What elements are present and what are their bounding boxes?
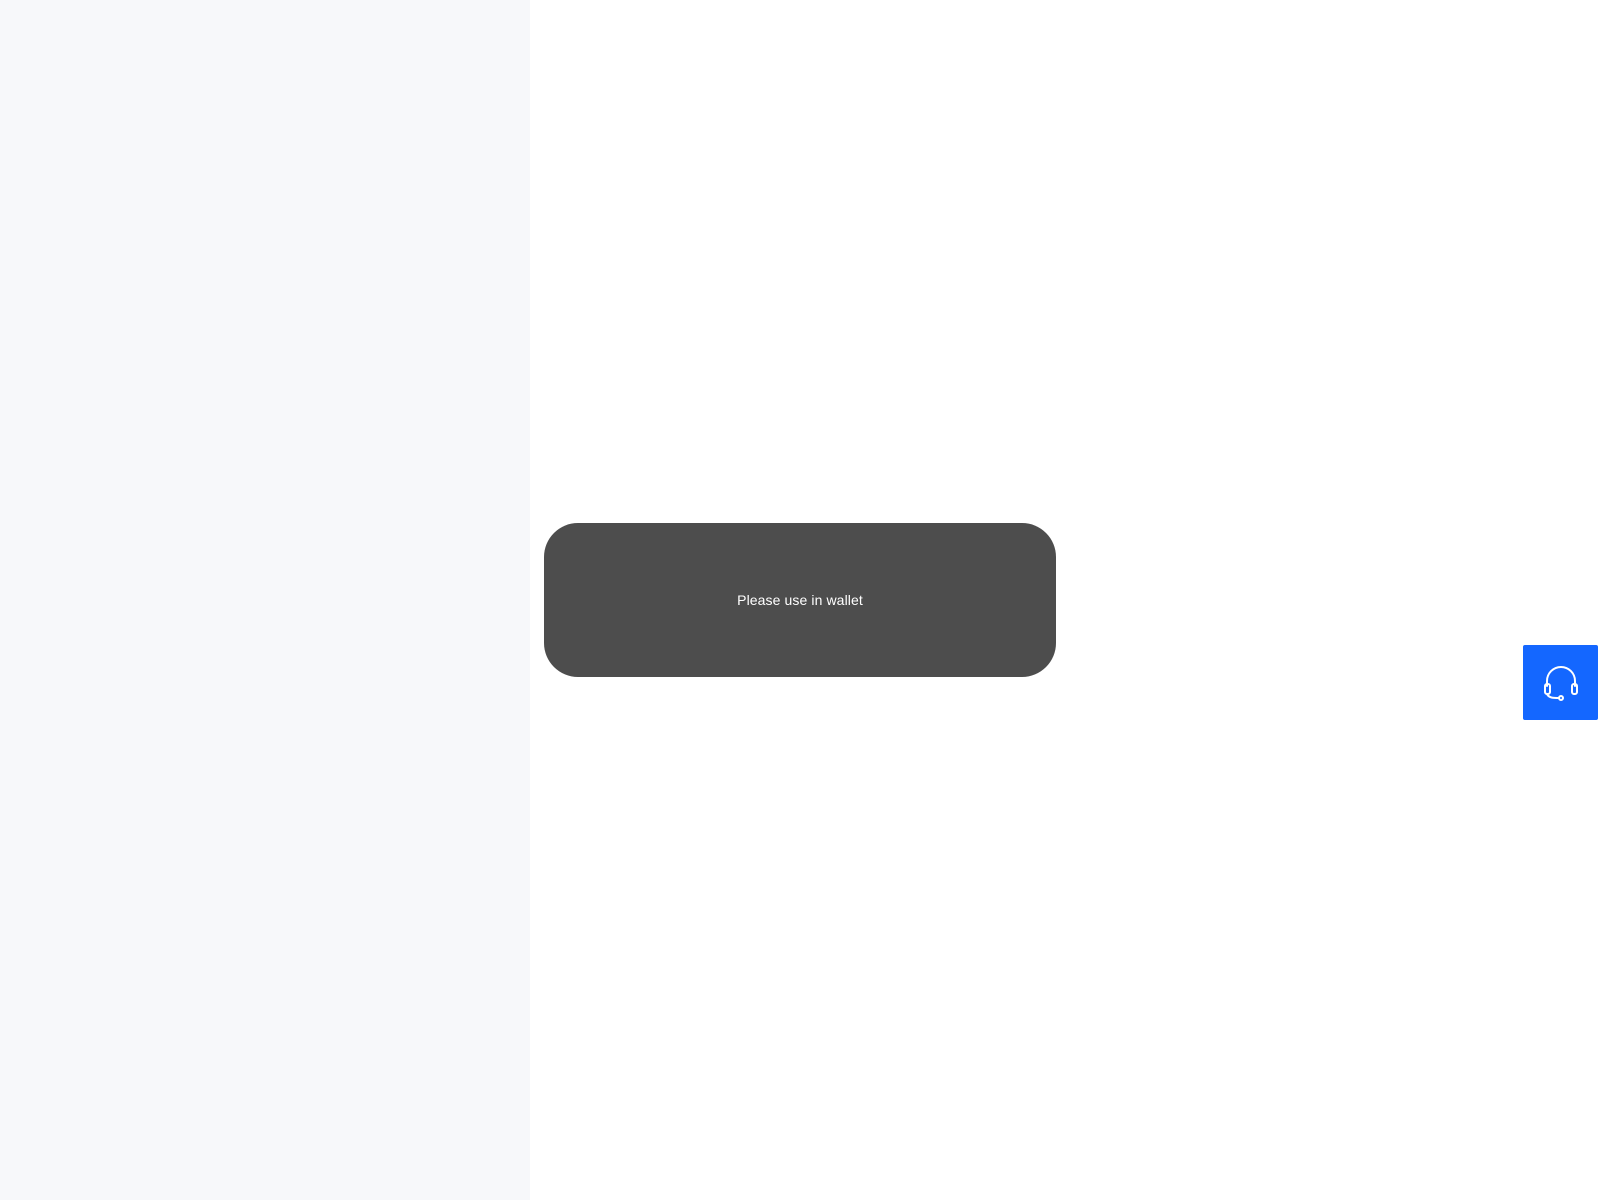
toast-notification: Please use in wallet	[544, 523, 1056, 677]
left-panel	[0, 0, 530, 1200]
headset-icon	[1539, 661, 1583, 705]
customer-support-button[interactable]	[1523, 645, 1598, 720]
toast-message: Please use in wallet	[737, 592, 863, 608]
